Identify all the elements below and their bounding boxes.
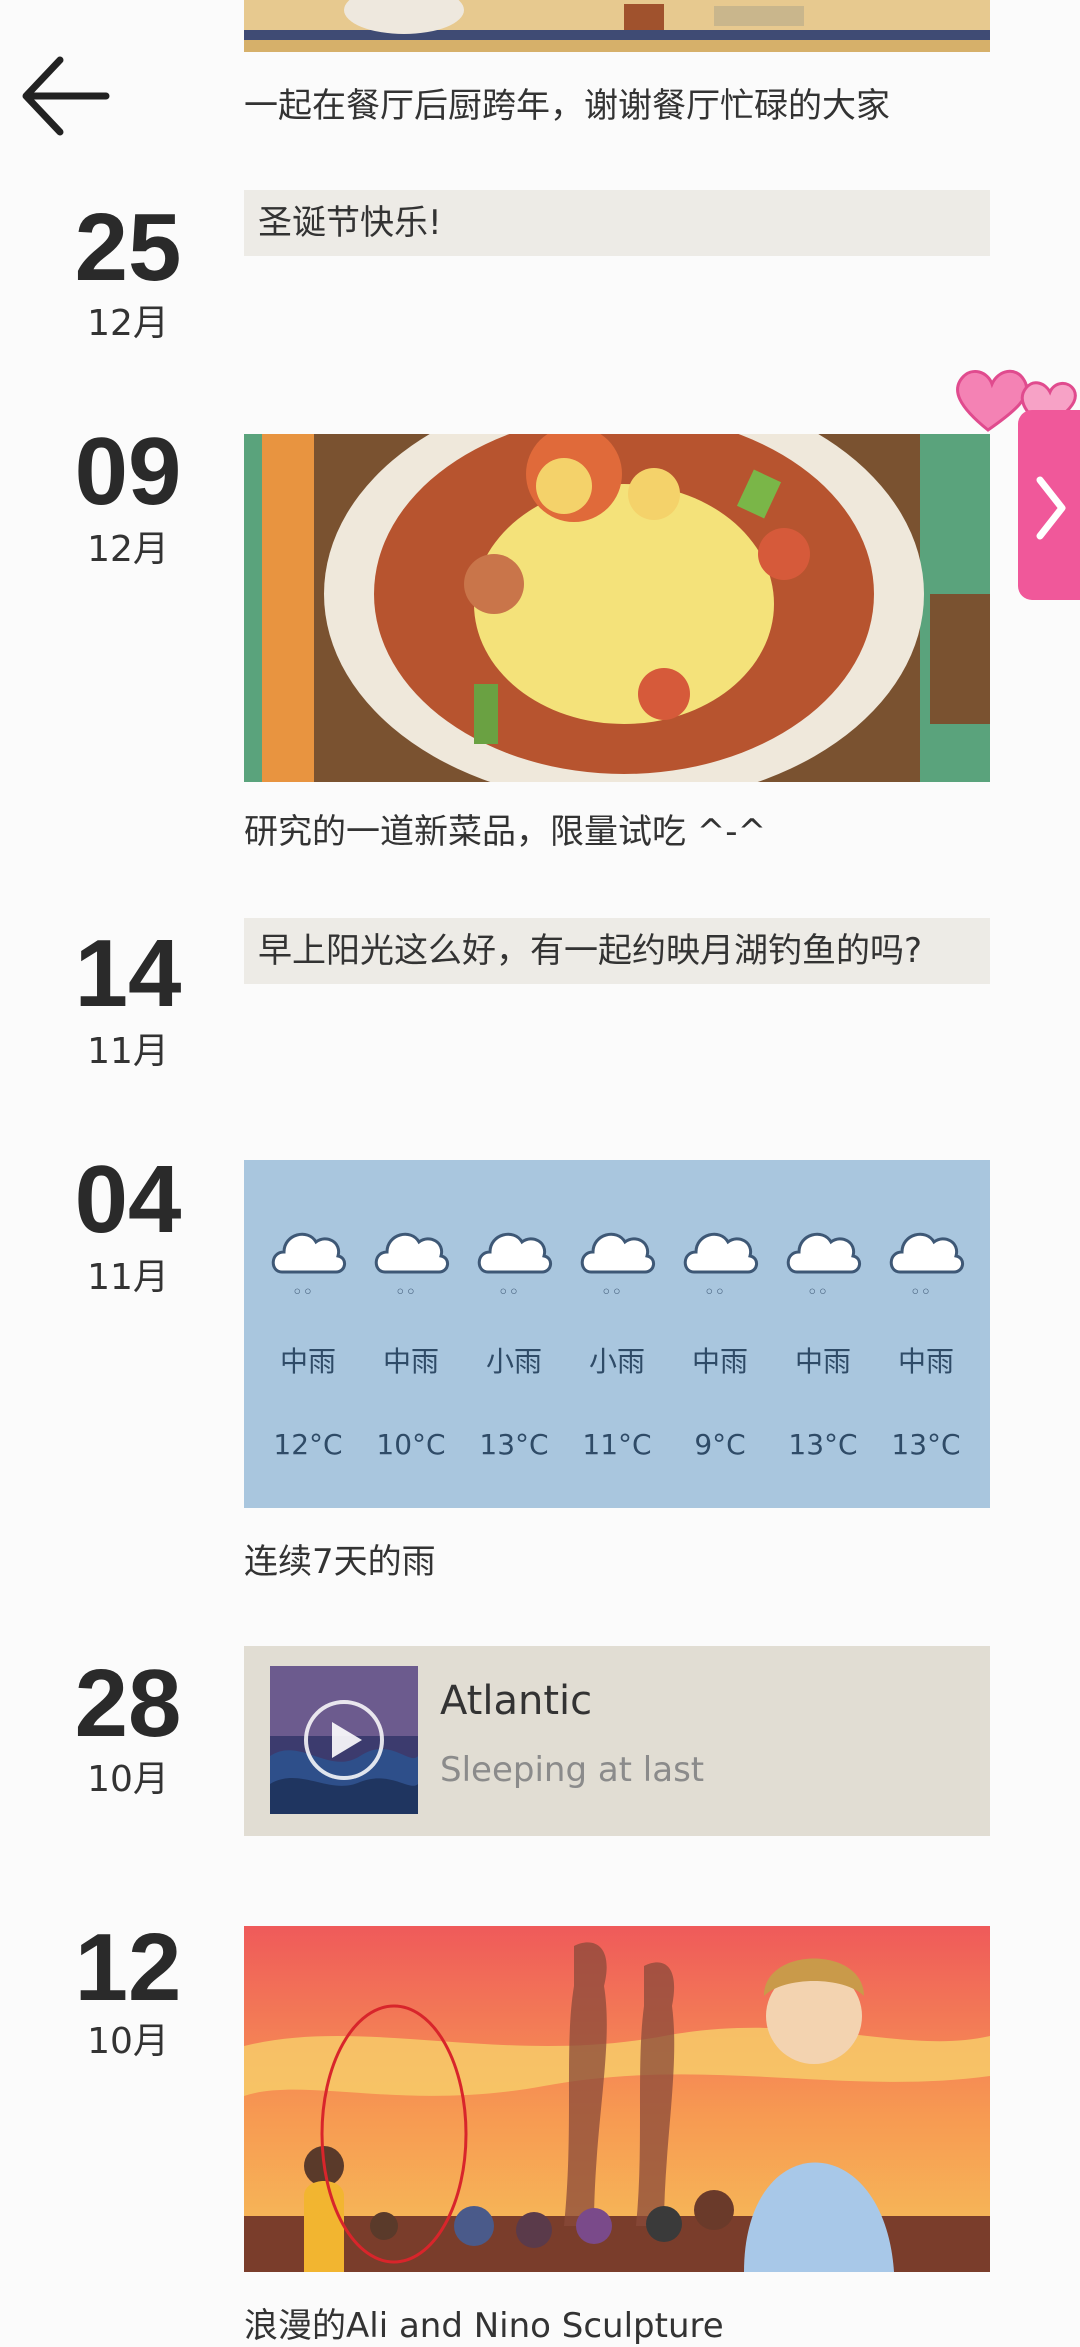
- post-day: 14: [74, 920, 182, 1027]
- post-day: 04: [74, 1146, 182, 1253]
- svg-text:◦◦: ◦◦: [910, 1282, 931, 1303]
- post-caption: 连续7天的雨: [244, 1542, 436, 1582]
- rain-cloud-icon: ◦◦: [683, 1232, 758, 1303]
- post-day: 12: [74, 1914, 182, 2021]
- post-month: 12月: [87, 303, 169, 344]
- post-caption: 研究的一道新菜品，限量试吃 ^-^: [244, 812, 767, 852]
- post-day: 25: [74, 194, 182, 301]
- post-month: 11月: [87, 1031, 169, 1072]
- weather-temp: 13°C: [788, 1428, 858, 1461]
- rain-cloud-icon: ◦◦: [271, 1232, 346, 1303]
- rain-cloud-icon: ◦◦: [786, 1232, 861, 1303]
- post-month: 10月: [87, 1759, 169, 1800]
- song-title: Atlantic: [440, 1678, 593, 1724]
- post-day: 28: [74, 1650, 182, 1757]
- svg-text:◦◦: ◦◦: [292, 1282, 313, 1303]
- post-text[interactable]: 早上阳光这么好，有一起约映月湖钓鱼的吗?: [244, 918, 990, 984]
- chevron-right-icon: [1036, 476, 1066, 540]
- arrow-left-icon: [22, 56, 110, 136]
- svg-text:◦◦: ◦◦: [704, 1282, 725, 1303]
- post-image-kitchen[interactable]: [244, 0, 990, 52]
- post-text[interactable]: 圣诞节快乐!: [244, 190, 990, 256]
- rain-cloud-icon: ◦◦: [477, 1232, 552, 1303]
- weather-condition: 中雨: [382, 1345, 439, 1378]
- rain-cloud-icon: ◦◦: [580, 1232, 655, 1303]
- weather-temp: 12°C: [273, 1428, 343, 1461]
- album-cover[interactable]: [270, 1666, 418, 1814]
- music-card[interactable]: Atlantic Sleeping at last: [244, 1646, 990, 1836]
- weather-temp: 11°C: [582, 1428, 652, 1461]
- post-image-sculpture[interactable]: [244, 1926, 990, 2272]
- weather-condition: 小雨: [588, 1345, 645, 1378]
- weather-condition: 中雨: [691, 1345, 748, 1378]
- side-tab-button[interactable]: [1018, 410, 1080, 600]
- weather-condition: 小雨: [485, 1345, 542, 1378]
- weather-temp: 13°C: [891, 1428, 961, 1461]
- song-subtitle: Sleeping at last: [440, 1750, 705, 1790]
- weather-temp: 13°C: [479, 1428, 549, 1461]
- weather-condition: 中雨: [897, 1345, 954, 1378]
- post-month: 10月: [87, 2021, 169, 2062]
- rain-cloud-icon: ◦◦: [374, 1232, 449, 1303]
- rain-cloud-icon: ◦◦: [889, 1232, 964, 1303]
- post-image-dish[interactable]: [244, 434, 990, 782]
- post-day: 09: [74, 418, 182, 525]
- post-month: 12月: [87, 529, 169, 570]
- svg-text:◦◦: ◦◦: [601, 1282, 622, 1303]
- svg-text:◦◦: ◦◦: [807, 1282, 828, 1303]
- weather-temp: 10°C: [376, 1428, 446, 1461]
- weather-condition: 中雨: [279, 1345, 336, 1378]
- weather-card[interactable]: ◦◦ 中雨 12°C ◦◦ 中雨 10°C ◦◦ 小雨 13°C ◦◦ 小雨 1…: [244, 1160, 990, 1508]
- weather-condition: 中雨: [794, 1345, 851, 1378]
- back-button[interactable]: [18, 46, 118, 146]
- svg-text:◦◦: ◦◦: [395, 1282, 416, 1303]
- weather-temp: 9°C: [694, 1428, 746, 1461]
- post-caption: 一起在餐厅后厨跨年，谢谢餐厅忙碌的大家: [244, 86, 890, 126]
- svg-text:◦◦: ◦◦: [498, 1282, 519, 1303]
- post-month: 11月: [87, 1257, 169, 1298]
